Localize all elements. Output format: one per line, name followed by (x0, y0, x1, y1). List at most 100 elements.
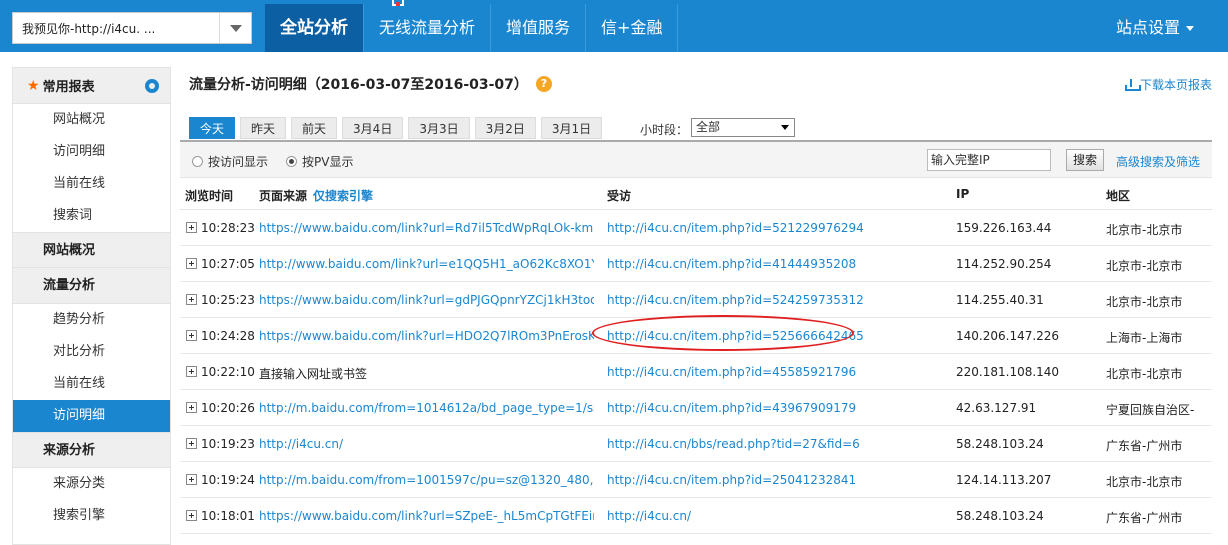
hour-period-label: 小时段： (640, 123, 689, 137)
cell-page[interactable]: http://i4cu.cn/item.php?id=41444935208 (607, 257, 856, 271)
cell-ip: 42.63.127.91 (956, 401, 1037, 415)
cell-source[interactable]: https://www.baidu.com/link?url=SZpeE-_hL… (259, 509, 594, 523)
sidebar-item-trend[interactable]: 趋势分析 (13, 304, 170, 336)
sidebar-item-compare[interactable]: 对比分析 (13, 336, 170, 368)
cell-source: 直接输入网址或书签 (259, 367, 368, 381)
expand-icon[interactable] (186, 258, 197, 269)
cell-ip: 140.206.147.226 (956, 329, 1060, 343)
cell-ip: 58.248.103.24 (956, 437, 1044, 451)
column-header-region: 地区 (1106, 189, 1131, 203)
sidebar-section-overview[interactable]: 网站概况 (13, 232, 170, 268)
sidebar-item-search-engine[interactable]: 搜索引擎 (13, 500, 170, 532)
cell-page[interactable]: http://i4cu.cn/bbs/read.php?tid=27&fid=6 (607, 437, 860, 451)
cell-source[interactable]: http://m.baidu.com/from=1001597c/pu=sz@1… (259, 473, 594, 487)
gear-icon[interactable] (143, 77, 161, 95)
cell-time: 10:27:05 (201, 257, 255, 271)
table-row: 10:19:24 http://m.baidu.com/from=1001597c… (180, 462, 1212, 498)
expand-icon[interactable] (186, 222, 197, 233)
sidebar-section-source[interactable]: 来源分析 (13, 432, 170, 468)
cell-source[interactable]: https://www.baidu.com/link?url=gdPJGQpnr… (259, 293, 594, 307)
radio-by-visit-label: 按访问显示 (208, 155, 269, 169)
sidebar-item-search-terms[interactable]: 搜索词 (13, 200, 170, 232)
radio-unchecked-icon (192, 156, 203, 167)
expand-icon[interactable] (186, 474, 197, 485)
table-row: 10:22:10 直接输入网址或书签 http://i4cu.cn/item.php… (180, 354, 1212, 390)
cell-time: 10:25:23 (201, 293, 255, 307)
nav-tab-site-analysis[interactable]: 全站分析 (265, 4, 364, 52)
tab-mar-3[interactable]: 3月3日 (408, 117, 470, 139)
search-button[interactable]: 搜索 (1066, 149, 1104, 171)
sidebar-item-visit-detail[interactable]: 访问明细 (13, 136, 170, 168)
cell-source[interactable]: https://www.baidu.com/link?url=HDO2Q7lRO… (259, 329, 594, 343)
nav-tab-value-added[interactable]: 增值服务 (491, 4, 587, 52)
sidebar-section-traffic[interactable]: 流量分析 (13, 268, 170, 304)
sidebar-item-site-overview[interactable]: 网站概况 (13, 104, 170, 136)
site-selector[interactable]: 我预见你-http://i4cu. ... (12, 12, 252, 44)
radio-checked-icon (286, 156, 297, 167)
cell-source[interactable]: https://www.baidu.com/link?url=Rd7il5Tcd… (259, 221, 594, 235)
cell-page[interactable]: http://i4cu.cn/item.php?id=25041232841 (607, 473, 856, 487)
cell-page[interactable]: http://i4cu.cn/item.php?id=43967909179 (607, 401, 856, 415)
ip-search-input[interactable]: 输入完整IP (927, 149, 1051, 171)
chevron-down-icon[interactable] (219, 13, 251, 43)
expand-icon[interactable] (186, 330, 197, 341)
cell-region: 北京市-北京市 (1106, 259, 1183, 273)
tab-mar-2[interactable]: 3月2日 (474, 117, 536, 139)
expand-icon[interactable] (186, 402, 197, 413)
cell-time: 10:22:10 (201, 365, 255, 379)
star-icon: ★ (27, 77, 40, 94)
cell-page[interactable]: http://i4cu.cn/item.php?id=524259735312 (607, 293, 864, 307)
column-header-ip: IP (956, 187, 970, 201)
site-settings-menu[interactable]: 站点设置 (1116, 4, 1194, 52)
sidebar-item-traffic-online[interactable]: 当前在线 (13, 368, 170, 400)
cell-ip: 114.255.40.31 (956, 293, 1044, 307)
tab-mar-1[interactable]: 3月1日 (540, 117, 603, 139)
radio-by-visit[interactable]: 按访问显示 (192, 153, 268, 170)
cell-region: 广东省-广州市 (1106, 511, 1183, 525)
table-row: 10:25:23 https://www.baidu.com/link?url=g… (180, 282, 1212, 318)
sidebar-common-reports-label: 常用报表 (42, 80, 95, 95)
download-icon (1124, 78, 1141, 91)
expand-icon[interactable] (186, 294, 197, 305)
nav-tab-finance[interactable]: 信+金融 (586, 4, 679, 52)
page-title: 流量分析-访问明细（2016-03-07至2016-03-07） ? (189, 74, 552, 94)
hour-period-select[interactable]: 全部 (691, 118, 795, 137)
cell-time: 10:28:23 (201, 221, 255, 235)
tab-yesterday[interactable]: 昨天 (240, 117, 287, 139)
nav-tab-wireless-traffic[interactable]: 无线流量分析 (364, 4, 492, 52)
cell-region: 上海市-上海市 (1106, 331, 1183, 345)
search-engine-only-link[interactable]: 仅搜索引擎 (313, 189, 373, 203)
tab-today[interactable]: 今天 (189, 117, 236, 139)
cell-ip: 58.248.103.24 (956, 509, 1044, 523)
help-icon[interactable]: ? (535, 76, 552, 92)
tab-mar-4[interactable]: 3月4日 (342, 117, 404, 139)
cell-region: 北京市-北京市 (1106, 223, 1183, 237)
expand-icon[interactable] (186, 366, 197, 377)
sidebar-item-traffic-visit-detail[interactable]: 访问明细 (13, 400, 170, 432)
cell-source[interactable]: http://www.baidu.com/link?url=e1QQ5H1_aO… (259, 257, 594, 271)
tab-day-before[interactable]: 前天 (291, 117, 338, 139)
cell-page[interactable]: http://i4cu.cn/item.php?id=45585921796 (607, 365, 856, 379)
cell-source[interactable]: http://i4cu.cn/ (259, 437, 594, 451)
top-navigation-bar: 我预见你-http://i4cu. ... 全站分析 无线流量分析 增值服务 信… (0, 0, 1228, 52)
cell-page[interactable]: http://i4cu.cn/ (607, 509, 691, 523)
cell-page[interactable]: http://i4cu.cn/item.php?id=521229976294 (607, 221, 864, 235)
download-report-link[interactable]: 下载本页报表 (1124, 76, 1212, 93)
table-row: 10:24:28 https://www.baidu.com/link?url=H… (180, 318, 1212, 354)
sidebar-item-online-now[interactable]: 当前在线 (13, 168, 170, 200)
cell-time: 10:19:23 (201, 437, 255, 451)
expand-icon[interactable] (186, 438, 197, 449)
cell-region: 北京市-北京市 (1106, 295, 1183, 309)
cell-ip: 114.252.90.254 (956, 257, 1052, 271)
sidebar-item-source-category[interactable]: 来源分类 (13, 468, 170, 500)
radio-by-pv[interactable]: 按PV显示 (286, 153, 353, 170)
site-selector-value: 我预见你-http://i4cu. ... (22, 21, 156, 36)
table-row: 10:27:05 http://www.baidu.com/link?url=e1… (180, 246, 1212, 282)
page-title-text: 流量分析-访问明细（2016-03-07至2016-03-07） (189, 77, 528, 93)
cell-source[interactable]: http://m.baidu.com/from=1014612a/bd_page… (259, 401, 594, 415)
cell-page[interactable]: http://i4cu.cn/item.php?id=525666642465 (607, 329, 864, 343)
expand-icon[interactable] (186, 510, 197, 521)
advanced-search-link[interactable]: 高级搜索及筛选 (1116, 153, 1200, 170)
table-row: 10:19:23 http://i4cu.cn/http://i4cu.cn/bb… (180, 426, 1212, 462)
column-header-page: 受访 (607, 189, 632, 203)
